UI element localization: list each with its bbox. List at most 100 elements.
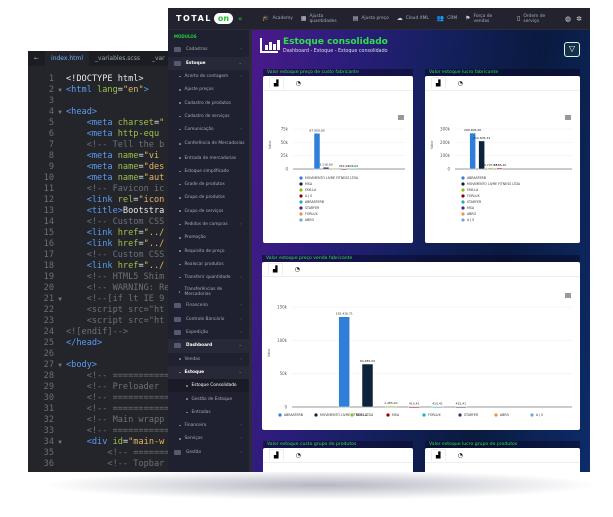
pie-tab-icon[interactable]: ◔ xyxy=(458,80,463,87)
legend-marker[interactable] xyxy=(386,413,390,417)
logo[interactable]: TOTAL on xyxy=(168,13,238,24)
sidebar-item[interactable]: Cadastro de serviços xyxy=(168,110,249,123)
bar[interactable] xyxy=(338,316,350,408)
legend-marker[interactable] xyxy=(350,413,354,417)
sidebar-item[interactable]: Estoque ⌄ xyxy=(168,56,249,70)
sidebar-item[interactable]: Serviços › xyxy=(168,432,249,445)
legend-item[interactable]: ABRASFERB xyxy=(467,176,486,180)
sidebar-item[interactable]: Pedidos de compras › xyxy=(168,218,249,231)
legend-marker[interactable] xyxy=(461,206,465,210)
sidebar-item[interactable]: Dashboard ⌄ xyxy=(168,339,249,353)
sidebar-item[interactable]: Transferir quantidade › xyxy=(168,271,249,284)
sidebar-item[interactable]: Gestão de Estoque xyxy=(168,392,249,405)
legend-item[interactable]: MOVIMENTO LIVRE FITNESS LTDA xyxy=(467,182,521,186)
legend-item[interactable]: MOVIMENTO LIVRE FITNESS LTDA xyxy=(305,176,359,180)
bar[interactable] xyxy=(385,405,397,408)
nav-crm[interactable]: 👥 CRM xyxy=(437,16,457,22)
bar[interactable] xyxy=(455,406,467,408)
legend-item[interactable]: ABRO xyxy=(500,413,510,417)
sidebar-item[interactable]: Acerto de contagem › xyxy=(168,70,249,83)
legend-item[interactable]: FORLUX xyxy=(428,413,442,417)
sidebar-item[interactable]: Estoque ⌄ xyxy=(168,365,249,380)
legend-marker[interactable] xyxy=(299,194,303,198)
nav-ordem-de-servi-o[interactable]: ▯ Ordem de serviço xyxy=(517,14,561,24)
tab-variables-scss[interactable]: _variables.scss xyxy=(89,55,146,62)
fold-arrow-icon[interactable]: ▼ xyxy=(54,360,66,371)
legend-item[interactable]: MSA xyxy=(305,182,313,186)
pie-tab-icon[interactable]: ◔ xyxy=(295,266,300,273)
bar-tab-icon[interactable]: ▟ xyxy=(431,77,446,89)
help-icon[interactable]: ◍ xyxy=(565,15,571,23)
legend-marker[interactable] xyxy=(314,413,318,417)
sidebar-item[interactable]: Financeiro › xyxy=(168,299,249,312)
sidebar-item[interactable]: Vendas › xyxy=(168,353,249,366)
legend-marker[interactable] xyxy=(461,200,465,204)
fold-arrow-icon[interactable]: ▼ xyxy=(54,85,66,96)
sidebar-item[interactable]: Controle Bancário › xyxy=(168,313,249,326)
pie-tab-icon[interactable]: ◔ xyxy=(458,452,463,459)
legend-marker[interactable] xyxy=(461,176,465,180)
pie-tab-icon[interactable]: ◔ xyxy=(296,80,301,87)
bar-tab-icon[interactable]: ▟ xyxy=(431,449,446,461)
back-arrow-icon[interactable]: ← xyxy=(28,55,45,62)
legend-item[interactable]: STARFER xyxy=(464,413,479,417)
sidebar-item[interactable]: Entrada de mercadorias xyxy=(168,151,249,164)
bar[interactable] xyxy=(496,167,503,170)
sidebar-item[interactable]: Entradas xyxy=(168,406,249,419)
sidebar-item[interactable]: Promoção xyxy=(168,231,249,244)
legend-item[interactable]: MSA xyxy=(392,413,400,417)
bar-tab-icon[interactable]: ▟ xyxy=(269,449,284,461)
sidebar-item[interactable]: Grupo de produtos xyxy=(168,191,249,204)
fold-arrow-icon[interactable]: ▼ xyxy=(54,107,66,118)
legend-marker[interactable] xyxy=(530,413,534,417)
nav-academy[interactable]: 🎓 Academy xyxy=(262,16,293,22)
legend-item[interactable]: FAYLLA xyxy=(305,188,317,192)
legend-marker[interactable] xyxy=(461,212,465,216)
tab-index-html[interactable]: index.html xyxy=(45,51,90,66)
legend-marker[interactable] xyxy=(299,188,303,192)
nav-cloud-xml[interactable]: ☁ Cloud XML xyxy=(397,16,429,22)
sidebar-item[interactable]: Requisita de preço xyxy=(168,244,249,257)
pie-tab-icon[interactable]: ◔ xyxy=(296,452,301,459)
sidebar-item[interactable]: Cadastros › xyxy=(168,43,249,56)
nav-ajusta-quantidades[interactable]: ▦ Ajusta quantidades xyxy=(301,14,345,24)
sidebar-item[interactable]: Conferência de Mercadorias xyxy=(168,136,249,151)
bar[interactable] xyxy=(340,168,348,171)
legend-item[interactable]: ABRASFERB xyxy=(284,413,303,417)
sidebar-item[interactable]: Realocar produtos xyxy=(168,258,249,271)
bar[interactable] xyxy=(408,406,420,408)
legend-marker[interactable] xyxy=(299,200,303,204)
sidebar-item[interactable]: Ajuste preços xyxy=(168,83,249,96)
sidebar-item[interactable]: Cadastro de produtos xyxy=(168,96,249,109)
legend-marker[interactable] xyxy=(299,218,303,222)
fold-arrow-icon[interactable]: ▼ xyxy=(54,294,66,305)
nav-for-a-de-vendas[interactable]: ⚑ Força de vendas xyxy=(465,14,509,24)
legend-item[interactable]: FORLUX xyxy=(467,194,481,198)
legend-marker[interactable] xyxy=(494,413,498,417)
legend-marker[interactable] xyxy=(422,413,426,417)
legend-marker[interactable] xyxy=(458,413,462,417)
bar[interactable] xyxy=(361,363,374,408)
bar-tab-icon[interactable]: ▟ xyxy=(269,77,284,89)
tab-other[interactable]: _var xyxy=(146,55,171,62)
chart-menu-icon[interactable] xyxy=(565,115,571,120)
bar[interactable] xyxy=(349,168,357,171)
sidebar-item[interactable]: Grupo de serviços xyxy=(168,205,249,218)
sidebar-item[interactable]: Estoque simplificado xyxy=(168,165,249,178)
legend-item[interactable]: ABRO xyxy=(305,218,315,222)
filter-button[interactable]: ▽ xyxy=(564,42,580,57)
legend-item[interactable]: ABRASFERB xyxy=(305,200,324,204)
legend-marker[interactable] xyxy=(299,206,303,210)
nav-ajusta-pre-o[interactable]: ▤ Ajusta preço xyxy=(353,16,389,22)
sidebar-item[interactable]: Grade de produtos xyxy=(168,178,249,191)
legend-item[interactable]: MSA xyxy=(467,206,475,210)
sidebar-item[interactable]: Financeiro › xyxy=(168,419,249,432)
chart-menu-icon[interactable] xyxy=(565,293,571,298)
legend-marker[interactable] xyxy=(299,212,303,216)
legend-marker[interactable] xyxy=(461,218,465,222)
legend-marker[interactable] xyxy=(461,188,465,192)
code-area[interactable]: 1 <!DOCTYPE html> 2 ▼ <html lang="en"> 3 4 ▼ <he… xyxy=(28,74,170,470)
bar-tab-icon[interactable]: ▟ xyxy=(268,263,283,275)
legend-item[interactable]: A J S xyxy=(305,194,312,198)
legend-item[interactable]: STARFER xyxy=(305,206,320,210)
